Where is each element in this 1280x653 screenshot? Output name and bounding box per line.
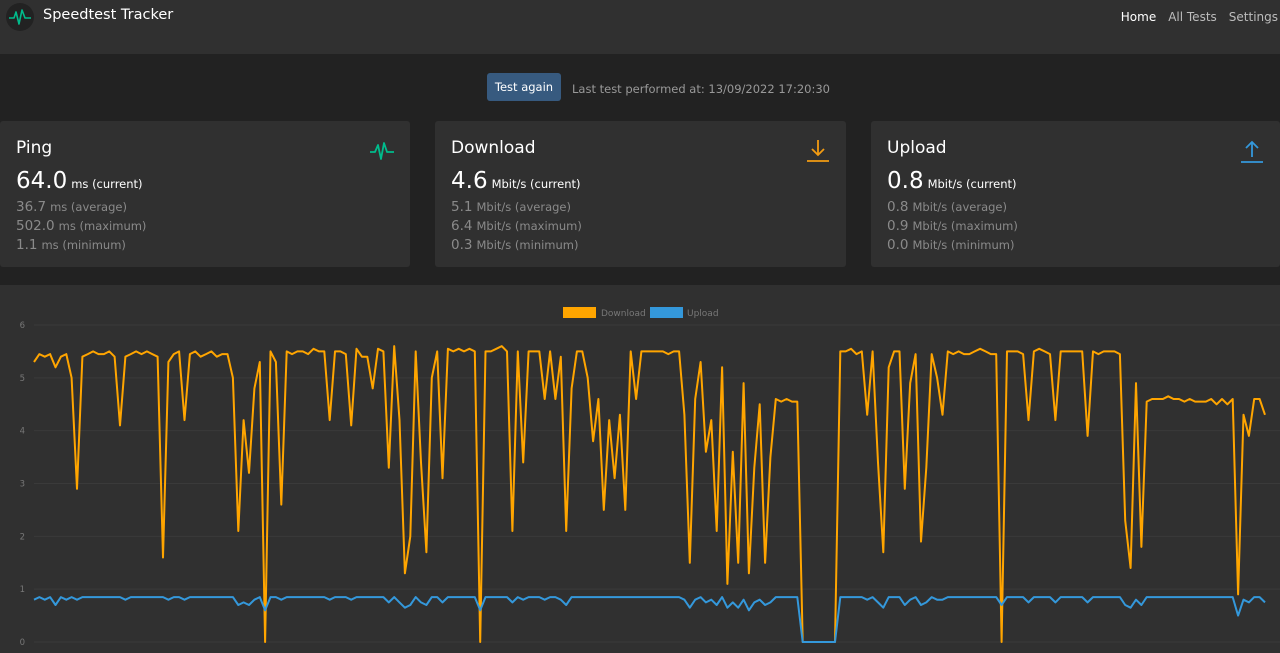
ping-current: 64.0 ms (current) xyxy=(16,168,143,194)
pulse-icon[interactable] xyxy=(6,3,34,31)
upload-average: 0.8 Mbit/s (average) xyxy=(887,196,1007,215)
y-tick-label: 6 xyxy=(20,321,25,331)
ping-card: Ping 64.0 ms (current) 36.7 ms (average) 5… xyxy=(0,121,410,267)
upload-arrow-icon xyxy=(1241,140,1263,163)
ping-current-value: 64.0 xyxy=(16,168,68,194)
speed-chart[interactable]: 0 1 2 3 4 5 6 Download Upload xyxy=(0,285,1280,653)
ping-minimum-unit: ms (minimum) xyxy=(41,238,126,252)
y-tick-label: 0 xyxy=(20,638,25,648)
upload-current-unit: Mbit/s (current) xyxy=(927,177,1017,191)
y-tick-label: 5 xyxy=(20,374,25,384)
upload-current: 0.8 Mbit/s (current) xyxy=(887,168,1016,194)
test-row: Test again Last test performed at: 13/09… xyxy=(0,73,1280,103)
download-maximum: 6.4 Mbit/s (maximum) xyxy=(451,215,582,234)
download-arrow-icon xyxy=(807,140,829,162)
brand-title[interactable]: Speedtest Tracker xyxy=(43,7,173,23)
legend-swatch-download[interactable] xyxy=(563,307,596,318)
test-again-button[interactable]: Test again xyxy=(487,73,561,101)
download-title: Download xyxy=(451,138,536,158)
y-tick-label: 3 xyxy=(20,480,25,490)
y-tick-label: 1 xyxy=(20,585,25,595)
download-current: 4.6 Mbit/s (current) xyxy=(451,168,580,194)
upload-title: Upload xyxy=(887,138,947,158)
y-tick-label: 4 xyxy=(20,427,25,437)
pulse-icon xyxy=(370,142,394,160)
download-maximum-unit: Mbit/s (maximum) xyxy=(476,219,582,233)
download-average-value: 5.1 xyxy=(451,199,473,215)
nav-all-tests[interactable]: All Tests xyxy=(1168,10,1217,24)
download-current-value: 4.6 xyxy=(451,168,488,194)
ping-maximum: 502.0 ms (maximum) xyxy=(16,215,146,234)
download-average: 5.1 Mbit/s (average) xyxy=(451,196,571,215)
ping-title: Ping xyxy=(16,138,53,158)
upload-maximum-value: 0.9 xyxy=(887,218,909,234)
last-test-text: Last test performed at: 13/09/2022 17:20… xyxy=(572,82,830,96)
ping-maximum-value: 502.0 xyxy=(16,218,55,234)
ping-average-value: 36.7 xyxy=(16,199,47,215)
ping-average-unit: ms (average) xyxy=(50,200,127,214)
navbar: Speedtest Tracker Home All Tests Setting… xyxy=(0,0,1280,54)
y-tick-label: 2 xyxy=(20,532,25,542)
download-card: Download 4.6 Mbit/s (current) 5.1 Mbit/s (… xyxy=(435,121,846,267)
ping-minimum-value: 1.1 xyxy=(16,237,38,253)
legend-label-download[interactable]: Download xyxy=(601,309,646,319)
nav-settings[interactable]: Settings xyxy=(1229,10,1278,24)
nav-menu: Home All Tests Settings xyxy=(1121,10,1278,24)
download-minimum-unit: Mbit/s (minimum) xyxy=(476,238,579,252)
nav-home[interactable]: Home xyxy=(1121,10,1156,24)
upload-maximum-unit: Mbit/s (maximum) xyxy=(912,219,1018,233)
download-current-unit: Mbit/s (current) xyxy=(491,177,581,191)
upload-maximum: 0.9 Mbit/s (maximum) xyxy=(887,215,1018,234)
download-minimum: 0.3 Mbit/s (minimum) xyxy=(451,234,578,253)
upload-minimum-unit: Mbit/s (minimum) xyxy=(912,238,1015,252)
download-maximum-value: 6.4 xyxy=(451,218,473,234)
upload-card: Upload 0.8 Mbit/s (current) 0.8 Mbit/s (av… xyxy=(871,121,1280,267)
upload-minimum: 0.0 Mbit/s (minimum) xyxy=(887,234,1014,253)
chart-panel: 0 1 2 3 4 5 6 Download Upload xyxy=(0,285,1280,653)
upload-average-value: 0.8 xyxy=(887,199,909,215)
upload-current-value: 0.8 xyxy=(887,168,924,194)
upload-minimum-value: 0.0 xyxy=(887,237,909,253)
legend-label-upload[interactable]: Upload xyxy=(687,309,719,319)
series-line-upload xyxy=(33,596,1266,643)
legend-swatch-upload[interactable] xyxy=(650,307,683,318)
ping-minimum: 1.1 ms (minimum) xyxy=(16,234,126,253)
ping-current-unit: ms (current) xyxy=(71,177,143,191)
ping-maximum-unit: ms (maximum) xyxy=(58,219,147,233)
download-minimum-value: 0.3 xyxy=(451,237,473,253)
ping-average: 36.7 ms (average) xyxy=(16,196,127,215)
download-average-unit: Mbit/s (average) xyxy=(476,200,571,214)
upload-average-unit: Mbit/s (average) xyxy=(912,200,1007,214)
